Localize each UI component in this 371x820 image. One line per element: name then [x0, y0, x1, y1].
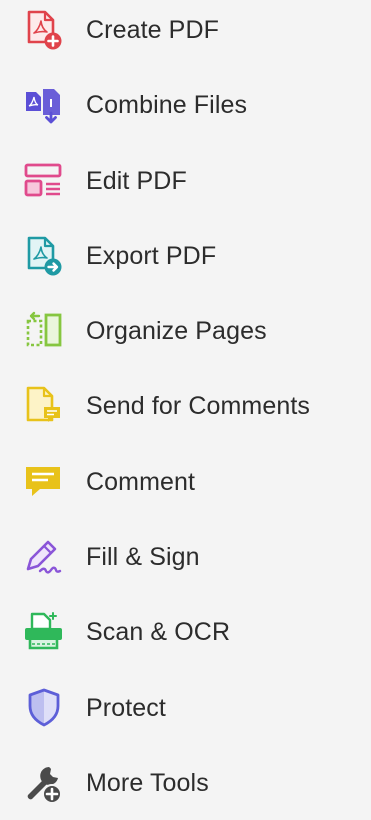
organize-pages-icon: [22, 309, 66, 353]
tool-protect[interactable]: Protect: [0, 670, 371, 745]
tool-label: Edit PDF: [86, 166, 187, 195]
tool-label: More Tools: [86, 768, 209, 797]
tool-label: Protect: [86, 693, 166, 722]
tool-label: Create PDF: [86, 15, 219, 44]
tool-export-pdf[interactable]: Export PDF: [0, 218, 371, 293]
tool-fill-sign[interactable]: Fill & Sign: [0, 519, 371, 594]
tool-label: Organize Pages: [86, 316, 267, 345]
tool-edit-pdf[interactable]: Edit PDF: [0, 143, 371, 218]
tool-label: Fill & Sign: [86, 542, 200, 571]
tool-comment[interactable]: Comment: [0, 444, 371, 519]
tool-label: Comment: [86, 467, 196, 496]
tools-panel: Create PDF Combine Files Edit PDF Export…: [0, 0, 371, 806]
tool-label: Combine Files: [86, 90, 248, 119]
comment-icon: [22, 460, 66, 504]
tool-more-tools[interactable]: More Tools: [0, 745, 371, 820]
export-pdf-icon: [22, 234, 66, 278]
edit-pdf-icon: [22, 159, 66, 203]
combine-files-icon: [22, 83, 66, 127]
tool-create-pdf[interactable]: Create PDF: [0, 0, 371, 67]
tool-combine-files[interactable]: Combine Files: [0, 67, 371, 142]
more-tools-icon: [22, 761, 66, 805]
tool-label: Scan & OCR: [86, 617, 231, 646]
shield-icon: [22, 686, 66, 730]
scan-ocr-icon: [22, 610, 66, 654]
fill-sign-icon: [22, 535, 66, 579]
create-pdf-icon: [22, 8, 66, 52]
tool-label: Export PDF: [86, 241, 217, 270]
tool-organize-pages[interactable]: Organize Pages: [0, 293, 371, 368]
send-for-comments-icon: [22, 384, 66, 428]
tool-send-for-comments[interactable]: Send for Comments: [0, 368, 371, 443]
tool-label: Send for Comments: [86, 391, 311, 420]
tool-scan-ocr[interactable]: Scan & OCR: [0, 594, 371, 669]
